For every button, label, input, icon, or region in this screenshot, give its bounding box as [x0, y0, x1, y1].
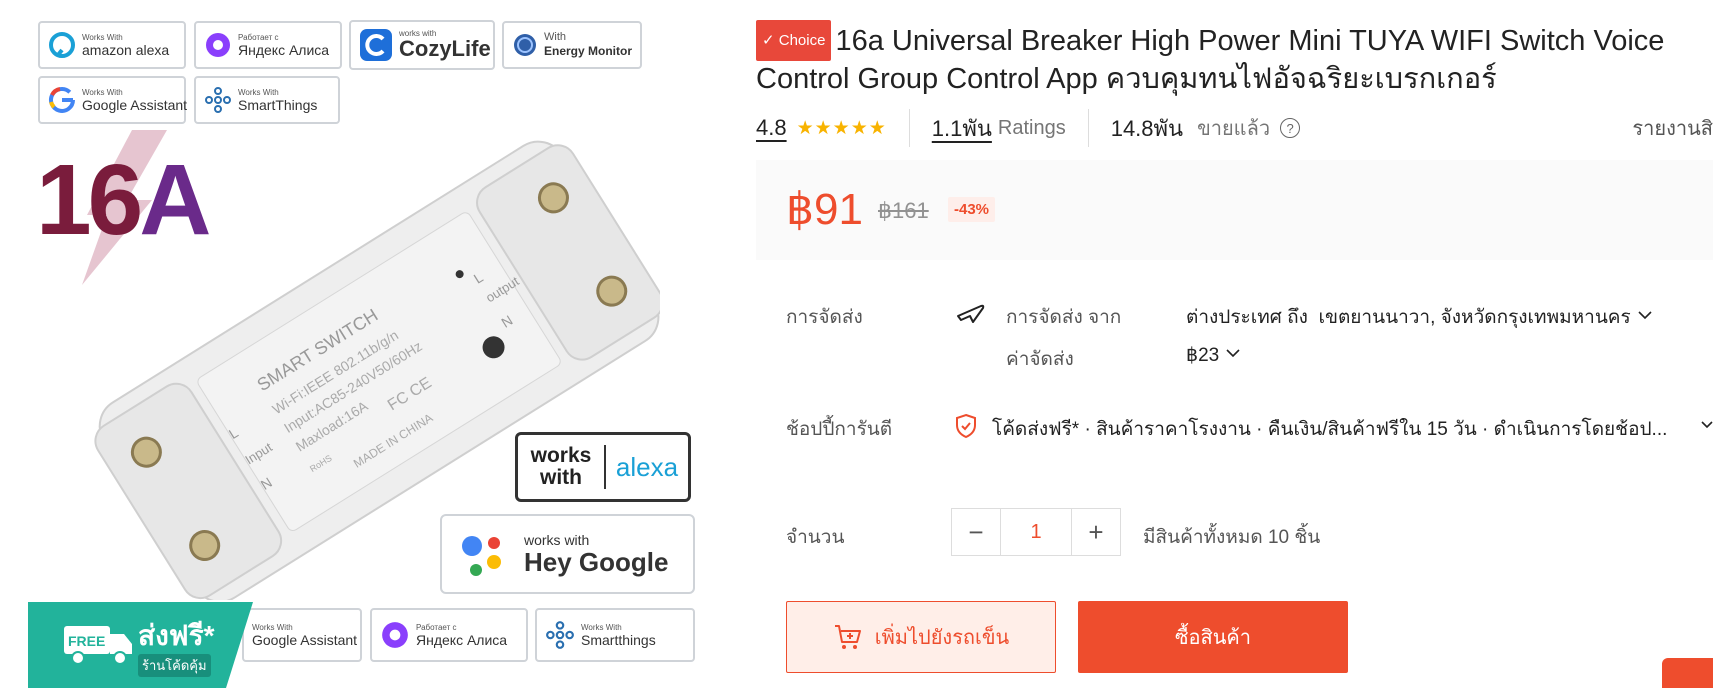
product-info-panel: ✓ Choice 16a Universal Breaker High Power… — [756, 0, 1713, 688]
chip-yandex-alice-bottom: Работает с Яндекс Алиса — [370, 608, 528, 662]
chip-energy-monitor: With Energy Monitor — [502, 21, 642, 69]
current-price: ฿91 — [786, 185, 863, 234]
product-title: ✓ Choice 16a Universal Breaker High Power… — [756, 20, 1713, 98]
price-box: ฿91 ฿161 -43% — [756, 160, 1713, 260]
add-to-cart-button[interactable]: เพิ่มไปยังรถเข็น — [786, 601, 1056, 673]
shipping-route[interactable]: ต่างประเทศ ถึง เขตยานนาวา, จังหวัดกรุงเท… — [1186, 302, 1653, 332]
chip-smartthings-bottom: Works With Smartthings — [535, 608, 695, 662]
ratings-label: Ratings — [997, 116, 1066, 139]
divider — [1087, 109, 1089, 147]
chip-yandex-alice: Работает с Яндекс Алиса — [194, 21, 342, 69]
cart-add-icon — [834, 625, 861, 649]
free-shipping-badge: FREE ส่งฟรี* ร้านโค้ดคุ้ม — [28, 602, 253, 688]
shipping-label: การจัดส่ง — [786, 307, 863, 328]
chip-google-assistant-bottom: Works With Google Assistant — [242, 608, 362, 662]
cozylife-icon — [360, 29, 392, 61]
shipping-fee[interactable]: ฿23 — [1186, 344, 1241, 367]
rating-stars: ★★★★★ — [796, 117, 887, 139]
quantity-label: จำนวน — [786, 527, 845, 548]
smartthings-icon — [546, 621, 574, 649]
shipping-from-label: การจัดส่ง จาก — [1006, 307, 1122, 328]
guarantee-text[interactable]: โค้ดส่งฟรี* · สินค้าราคาโรงงาน · คืนเงิน… — [992, 414, 1692, 444]
quantity-decrease-button[interactable]: − — [952, 509, 1000, 555]
alexa-ring-icon — [49, 32, 75, 58]
stock-text: มีสินค้าทั้งหมด 10 ชิ้น — [1143, 527, 1321, 548]
buy-now-button[interactable]: ซื้อสินค้า — [1078, 601, 1348, 673]
chip-amazon-alexa: Works With amazon alexa — [38, 21, 186, 69]
works-with-alexa-badge: works with alexa — [515, 432, 691, 502]
quantity-increase-button[interactable]: + — [1072, 509, 1120, 555]
truck-free-text: FREE — [68, 633, 105, 649]
ratings-count[interactable]: 1.1พัน — [932, 111, 992, 146]
floating-chat-tab[interactable] — [1662, 658, 1713, 688]
divider — [908, 109, 910, 147]
chevron-down-icon — [1638, 311, 1652, 320]
shipping-fee-label: ค่าจัดส่ง — [1006, 349, 1074, 370]
hey-google-badge: works with Hey Google — [440, 514, 695, 594]
quantity-stepper: − 1 + — [951, 508, 1121, 556]
sold-label: ขายแล้ว — [1197, 118, 1271, 140]
sold-count: 14.8พัน — [1110, 115, 1184, 141]
truck-icon: FREE — [64, 626, 132, 665]
chevron-down-icon — [1226, 349, 1240, 358]
product-meta-row: 4.8 ★★★★★ 1.1พัน Ratings 14.8พัน ขายแล้ว… — [756, 109, 1713, 147]
product-image[interactable]: Works With amazon alexa Работает с Яндекс … — [0, 0, 700, 688]
shield-check-icon — [956, 413, 976, 439]
alice-icon — [382, 622, 408, 648]
quantity-input[interactable]: 1 — [1000, 509, 1072, 555]
rating-score[interactable]: 4.8 — [756, 115, 787, 141]
help-icon[interactable]: ? — [1280, 118, 1301, 138]
choice-badge: ✓ Choice — [756, 20, 832, 61]
plane-icon — [957, 304, 985, 323]
chip-cozylife: works with CozyLife — [349, 20, 495, 70]
alice-icon — [206, 33, 230, 57]
discount-badge: -43% — [948, 197, 996, 222]
report-link[interactable]: รายงานสิ — [1632, 112, 1713, 144]
google-assistant-dots-icon — [462, 536, 501, 576]
chevron-down-icon[interactable] — [1700, 420, 1713, 430]
original-price: ฿161 — [878, 198, 929, 223]
energy-globe-icon — [514, 34, 536, 56]
guarantee-label: ช้อปปี้การันตี — [786, 419, 893, 440]
